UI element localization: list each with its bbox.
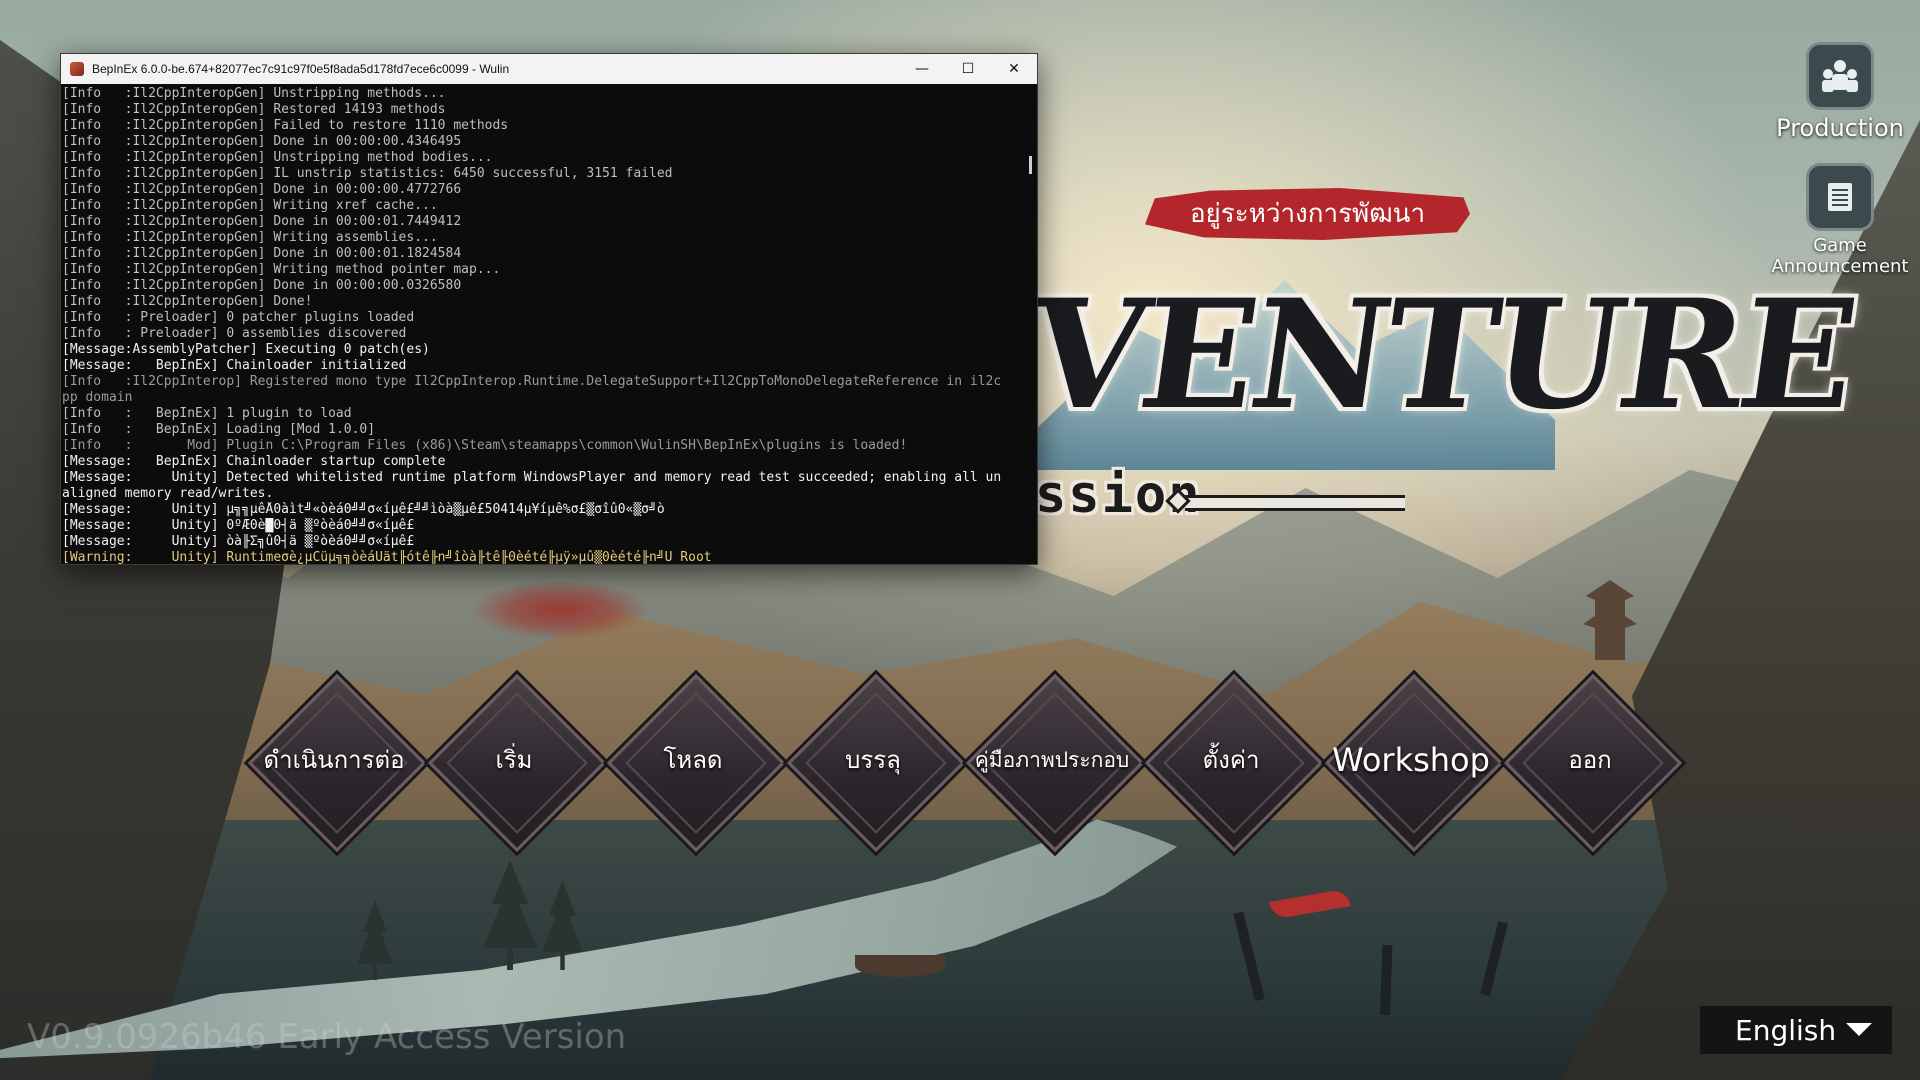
scroll-thumb[interactable] — [1029, 156, 1032, 174]
language-selected: English — [1735, 1013, 1837, 1047]
menu-label: โหลด — [663, 746, 723, 774]
console-line: [Info : Mod] Plugin C:\Program Files (x8… — [62, 438, 908, 453]
console-line: [Message: Unity] µ╗╗µêÅ0àìt╝«òèá0╝╝σ«íµê… — [62, 502, 665, 517]
menu-label: บรรลุ — [845, 746, 901, 774]
console-line: [Info :Il2CppInteropGen] Failed to resto… — [62, 118, 509, 133]
console-line: [Message: Unity] Detected whitelisted ru… — [62, 470, 1002, 485]
in-development-banner: อยู่ระหว่างการพัฒนา — [1145, 188, 1470, 240]
console-line: [Info :Il2CppInteropGen] Unstripping met… — [62, 86, 446, 101]
menu-exit-button[interactable]: ออก — [1503, 673, 1683, 853]
scroll-icon — [1806, 163, 1874, 231]
console-line: [Message: Unity] òà╟Σ╗û0┤ä ▒ºòèá0╝╝σ«íµê… — [62, 534, 415, 549]
menu-label: ออก — [1568, 746, 1612, 774]
console-line: [Info :Il2CppInteropGen] Restored 14193 … — [62, 102, 446, 117]
console-line: [Info :Il2CppInteropGen] Done in 00:00:0… — [62, 134, 462, 149]
game-announcement-label: Game Announcement — [1771, 235, 1909, 277]
menu-achievements-button[interactable]: บรรลุ — [786, 673, 966, 853]
production-label: Production — [1776, 114, 1904, 142]
language-dropdown[interactable]: English — [1700, 1006, 1892, 1054]
console-titlebar[interactable]: BepInEx 6.0.0-be.674+82077ec7c91c97f0e5f… — [61, 54, 1037, 84]
menu-start-button[interactable]: เริ่ม — [427, 673, 607, 853]
minimize-button[interactable]: — — [899, 54, 945, 84]
production-button[interactable]: Production — [1760, 42, 1920, 142]
menu-label: Workshop — [1332, 741, 1490, 779]
console-line: [Info :Il2CppInteropGen] Writing assembl… — [62, 230, 438, 245]
console-window[interactable]: BepInEx 6.0.0-be.674+82077ec7c91c97f0e5f… — [60, 53, 1038, 565]
team-icon — [1806, 42, 1874, 110]
console-output[interactable]: [Info :Il2CppInteropGen] Unstripping met… — [61, 84, 1023, 564]
console-line: [Message: Unity] 0ºÆ0è█0┤ä ▒ºòèá0╝╝σ«íµê… — [62, 518, 415, 533]
menu-load-button[interactable]: โหลด — [606, 673, 786, 853]
menu-workshop-button[interactable]: Workshop — [1324, 673, 1504, 853]
console-line: [Warning: Unity] Runtimeσè¿µCüµ╗╗òèáÜät╟… — [62, 550, 712, 564]
version-label: V0.9.0926b46 Early Access Version — [27, 1017, 627, 1057]
menu-label: คู่มือภาพประกอบ — [974, 748, 1130, 772]
menu-illustrated-guide-button[interactable]: คู่มือภาพประกอบ — [965, 673, 1145, 853]
menu-label: ดำเนินการต่อ — [263, 746, 405, 774]
console-line: [Info :Il2CppInteropGen] Done in 00:00:0… — [62, 182, 462, 197]
close-button[interactable]: ✕ — [991, 54, 1037, 84]
console-line: [Info : Preloader] 0 patcher plugins loa… — [62, 310, 415, 325]
app-icon — [70, 62, 84, 76]
console-line: [Info :Il2CppInteropGen] Done in 00:00:0… — [62, 278, 462, 293]
console-line: [Message: BepInEx] Chainloader initializ… — [62, 358, 407, 373]
menu-label: ตั้งค่า — [1202, 746, 1260, 774]
game-logo-title: VENTURE — [1017, 267, 1864, 443]
console-line: [Info : BepInEx] Loading [Mod 1.0.0] — [62, 422, 376, 437]
menu-continue-button[interactable]: ดำเนินการต่อ — [247, 673, 427, 853]
red-blossom-tree — [470, 580, 650, 640]
boat — [855, 955, 945, 977]
console-line: [Info :Il2CppInteropGen] Writing xref ca… — [62, 198, 438, 213]
console-line: [Message:AssemblyPatcher] Executing 0 pa… — [62, 342, 430, 357]
caret-down-icon — [1846, 1023, 1872, 1036]
menu-settings-button[interactable]: ตั้งค่า — [1144, 673, 1324, 853]
console-line: [Info : BepInEx] 1 plugin to load — [62, 406, 352, 421]
window-title: BepInEx 6.0.0-be.674+82077ec7c91c97f0e5f… — [92, 62, 510, 76]
logo-sword-line — [1185, 495, 1405, 511]
console-line: [Info :Il2CppInteropGen] Done in 00:00:0… — [62, 246, 462, 261]
console-line: [Info :Il2CppInteropGen] Done in 00:00:0… — [62, 214, 462, 229]
console-scrollbar[interactable] — [1023, 84, 1037, 564]
console-line: [Info :Il2CppInteropGen] Writing method … — [62, 262, 501, 277]
console-line: [Info :Il2CppInteropGen] Done! — [62, 294, 313, 309]
console-line: [Info :Il2CppInteropGen] IL unstrip stat… — [62, 166, 673, 181]
console-line: [Info :Il2CppInterop] Registered mono ty… — [62, 374, 1002, 389]
console-line: aligned memory read/writes. — [62, 486, 274, 501]
console-line: [Message: BepInEx] Chainloader startup c… — [62, 454, 446, 469]
console-line: pp domain — [62, 390, 133, 405]
console-line: [Info :Il2CppInteropGen] Unstripping met… — [62, 150, 493, 165]
console-line: [Info : Preloader] 0 assemblies discover… — [62, 326, 407, 341]
maximize-button[interactable]: ☐ — [945, 54, 991, 84]
game-announcement-button[interactable]: Game Announcement — [1760, 163, 1920, 277]
menu-label: เริ่ม — [495, 746, 533, 774]
